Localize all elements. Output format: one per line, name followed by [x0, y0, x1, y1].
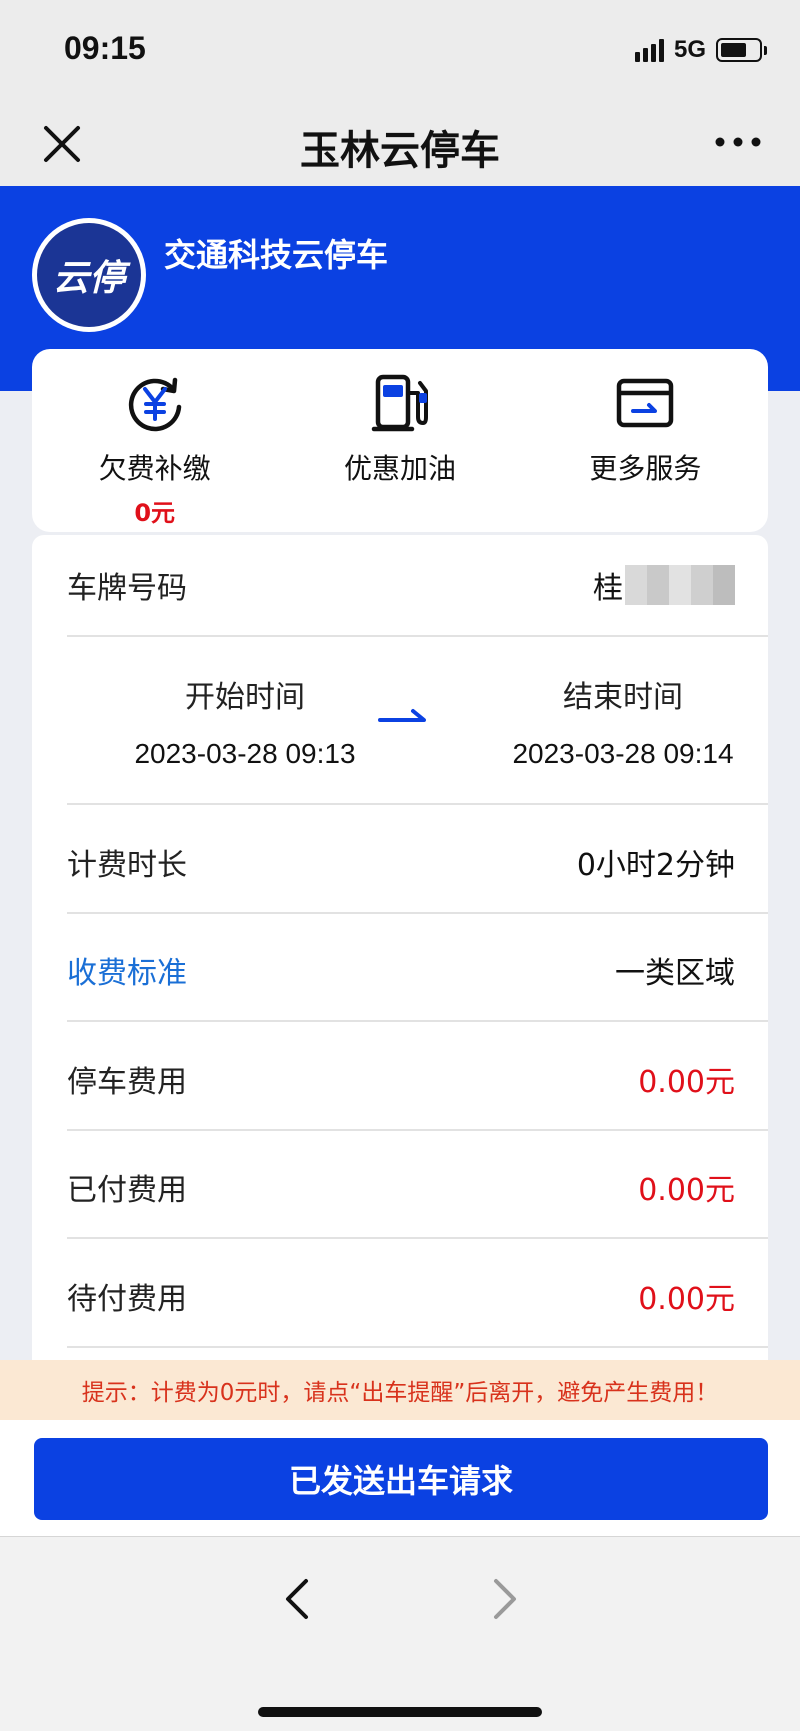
- browser-toolbar: [0, 1537, 800, 1731]
- parking-detail-card: 车牌号码 桂 开始时间 2023-03-28 09:13 结束时间 2023-0…: [32, 535, 768, 1360]
- service-more[interactable]: 更多服务: [523, 349, 768, 532]
- yen-refresh-icon: [128, 377, 181, 432]
- start-time-value: 2023-03-28 09:13: [134, 738, 356, 769]
- plate-label: 车牌号码: [67, 571, 187, 606]
- pending-value: 0.00元: [638, 1282, 735, 1317]
- company-name: 交通科技云停车: [164, 236, 389, 274]
- nav-bar: 玉林云停车: [0, 100, 800, 186]
- service-label: 欠费补缴: [98, 452, 211, 485]
- end-time-value: 2023-03-28 09:14: [512, 738, 734, 769]
- arrow-right-icon: [378, 709, 426, 722]
- arrears-amount: 0元: [134, 499, 176, 527]
- start-time-block: 开始时间 2023-03-28 09:13: [100, 672, 390, 770]
- plate-value: 桂: [593, 563, 768, 607]
- signal-icon: [634, 38, 664, 62]
- battery-level: [721, 43, 747, 57]
- divider: [67, 1129, 768, 1131]
- home-indicator[interactable]: [258, 1707, 542, 1717]
- plate-prefix: 桂: [593, 571, 623, 606]
- divider: [67, 803, 768, 805]
- action-area: 已发送出车请求: [0, 1420, 800, 1536]
- paid-row: 已付费用 0.00元: [67, 1165, 768, 1209]
- plate-row: 车牌号码 桂: [67, 563, 768, 607]
- standard-row: 收费标准 一类区域: [67, 948, 768, 992]
- tip-banner: 提示：计费为0元时，请点“出车提醒”后离开，避免产生费用！: [0, 1360, 800, 1420]
- divider: [67, 635, 768, 637]
- duration-label: 计费时长: [67, 848, 187, 883]
- service-label: 更多服务: [589, 452, 702, 485]
- status-time: 09:15: [64, 30, 146, 66]
- pending-label: 待付费用: [67, 1282, 187, 1317]
- end-time-block: 结束时间 2023-03-28 09:14: [478, 672, 768, 770]
- divider: [67, 912, 768, 914]
- paid-value: 0.00元: [638, 1173, 735, 1208]
- divider: [67, 1346, 768, 1348]
- more-icon[interactable]: [714, 130, 762, 154]
- service-fuel[interactable]: 优惠加油: [277, 349, 522, 532]
- card-arrow-icon: [617, 378, 674, 428]
- network-label: 5G: [673, 36, 706, 63]
- divider: [67, 1020, 768, 1022]
- duration-value: 0小时2分钟: [576, 848, 735, 883]
- fee-standard-link[interactable]: 收费标准: [67, 948, 187, 992]
- parking-fee-row: 停车费用 0.00元: [67, 1057, 768, 1101]
- pending-row: 待付费用 0.00元: [67, 1274, 768, 1318]
- plate-mosaic: [625, 565, 735, 605]
- status-bar: 09:15 5G: [0, 0, 800, 100]
- service-label: 优惠加油: [343, 452, 456, 485]
- services-card: 欠费补缴 0元 优惠加油 更多服务: [32, 349, 768, 532]
- fuel-pump-icon: [371, 374, 428, 432]
- logo-text: 云停: [37, 223, 141, 327]
- status-indicators: 5G: [634, 36, 767, 64]
- service-arrears[interactable]: 欠费补缴 0元: [32, 349, 277, 532]
- end-time-label: 结束时间: [563, 680, 683, 715]
- forward-icon[interactable]: [488, 1577, 522, 1621]
- battery-icon: [716, 38, 767, 62]
- start-time-label: 开始时间: [185, 680, 305, 715]
- page-title: 玉林云停车: [300, 128, 500, 174]
- standard-value: 一类区域: [615, 956, 735, 991]
- duration-row: 计费时长 0小时2分钟: [67, 840, 768, 884]
- divider: [67, 1237, 768, 1239]
- parking-fee-label: 停车费用: [67, 1065, 187, 1100]
- paid-label: 已付费用: [67, 1173, 187, 1208]
- exit-request-button[interactable]: 已发送出车请求: [34, 1438, 768, 1520]
- back-icon[interactable]: [280, 1577, 314, 1621]
- logo: 云停: [32, 218, 146, 332]
- parking-fee-value: 0.00元: [638, 1065, 735, 1100]
